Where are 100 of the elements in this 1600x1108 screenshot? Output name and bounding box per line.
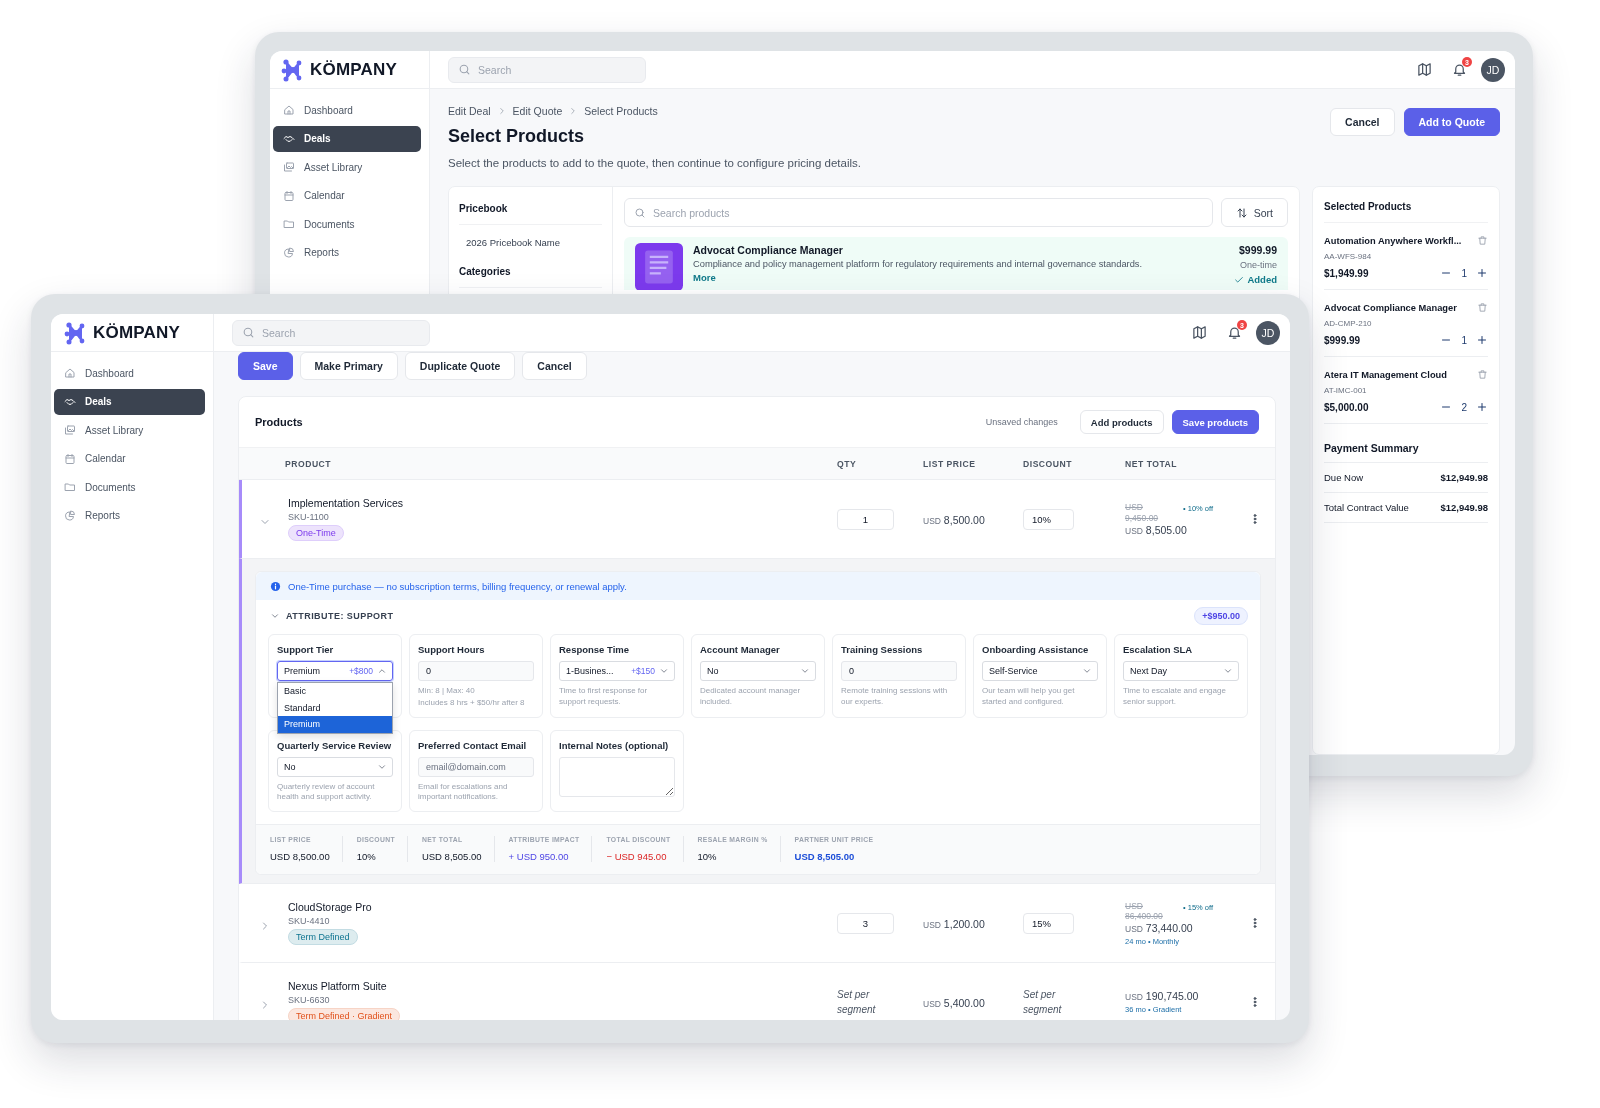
sidebar-item[interactable]: Reports bbox=[54, 502, 205, 529]
field-label: Preferred Contact Email bbox=[418, 739, 528, 751]
product-sku: SKU-6630 bbox=[288, 995, 330, 1006]
product-card[interactable]: Advocat Compliance Manager Compliance and policy management platform for regulatory requirements and internal governance standards. More $999.99 One-time Added bbox=[624, 237, 1288, 290]
quantity-input[interactable]: 1 bbox=[837, 508, 894, 530]
field-label: Support Hours bbox=[418, 644, 486, 655]
home-icon bbox=[283, 104, 295, 116]
sidebar-item[interactable]: Deals bbox=[54, 388, 205, 415]
add-products-button[interactable]: Add products bbox=[1079, 410, 1164, 434]
avatar[interactable]: JD bbox=[1256, 320, 1280, 345]
select-field[interactable]: Premium +$800 bbox=[277, 661, 393, 681]
breadcrumb-link[interactable]: Edit Quote bbox=[512, 105, 563, 117]
sort-button[interactable]: Sort bbox=[1220, 198, 1288, 227]
sidebar-item[interactable]: Reports bbox=[273, 239, 421, 266]
product-sku: AA-WFS-984 bbox=[1324, 252, 1373, 261]
field-label: Response Time bbox=[559, 644, 631, 655]
sidebar-item[interactable]: Asset Library bbox=[54, 417, 205, 443]
dropdown-option[interactable]: Basic bbox=[278, 683, 392, 700]
save-products-button[interactable]: Save products bbox=[1171, 410, 1259, 434]
sidebar-item[interactable]: Asset Library bbox=[273, 154, 421, 180]
impact-pill: +$950.00 bbox=[1194, 607, 1248, 625]
pricebook-item[interactable]: 2026 Pricebook Name bbox=[459, 225, 602, 262]
page-title: Select Products bbox=[448, 126, 586, 147]
column-header: DISCOUNT bbox=[1023, 458, 1073, 469]
select-field[interactable]: 1-Busines... +$150 bbox=[559, 661, 675, 681]
avatar[interactable]: JD bbox=[1481, 57, 1505, 82]
notes-field[interactable] bbox=[559, 756, 675, 797]
product-search-field[interactable]: Search products bbox=[624, 198, 1213, 227]
selected-product-name: Automation Anywhere Workfl... bbox=[1324, 235, 1462, 246]
product-type-tag: One-Time bbox=[288, 525, 344, 541]
selected-product-name: Advocat Compliance Manager bbox=[1324, 302, 1457, 313]
pie-chart-icon bbox=[283, 246, 295, 259]
column-header: NET TOTAL bbox=[1125, 458, 1179, 469]
dropdown-option[interactable]: Standard bbox=[278, 699, 392, 716]
discount-input[interactable]: 10% bbox=[1023, 508, 1074, 530]
quantity-value: 1 bbox=[1461, 267, 1467, 279]
save-button[interactable]: Save bbox=[238, 352, 293, 380]
sidebar-item[interactable]: Dashboard bbox=[273, 97, 421, 123]
added-status: Added bbox=[1234, 274, 1277, 285]
field-help: Dedicated account manager included. bbox=[700, 686, 802, 708]
action-button[interactable]: Cancel bbox=[522, 352, 587, 380]
plus-icon[interactable] bbox=[1476, 267, 1488, 279]
quantity-input[interactable]: 3 bbox=[837, 912, 894, 934]
logo-text: KÖMPANY bbox=[310, 59, 398, 80]
product-name: Implementation Services bbox=[288, 497, 403, 509]
plus-icon[interactable] bbox=[1476, 334, 1488, 346]
dropdown-option[interactable]: Premium bbox=[278, 716, 392, 733]
add-button[interactable]: Add to Quote bbox=[1403, 108, 1500, 136]
chevron-down-icon bbox=[1223, 666, 1233, 676]
original-total: USD 86,400.00 bbox=[1125, 900, 1164, 921]
original-total: USD 9,450.00 bbox=[1125, 502, 1160, 523]
trash-icon[interactable] bbox=[1477, 302, 1488, 313]
trash-icon[interactable] bbox=[1477, 235, 1488, 246]
home-icon bbox=[64, 367, 76, 379]
input-field[interactable]: 0 bbox=[841, 661, 957, 681]
chevron-down-icon[interactable] bbox=[270, 611, 280, 621]
more-link[interactable]: More bbox=[693, 272, 1225, 283]
sidebar-item[interactable]: Dashboard bbox=[54, 360, 205, 386]
search-icon bbox=[458, 63, 471, 76]
map-icon[interactable] bbox=[1417, 62, 1432, 77]
field-help: Time to escalate and engage senior support. bbox=[1123, 686, 1227, 708]
bell-icon[interactable] bbox=[1227, 325, 1242, 340]
select-field[interactable]: Self-Service bbox=[982, 661, 1098, 681]
trash-icon[interactable] bbox=[1477, 369, 1488, 380]
product-sku: SKU-4410 bbox=[288, 916, 330, 927]
chevron-up-icon bbox=[377, 666, 387, 676]
sidebar-item[interactable]: Calendar bbox=[273, 182, 421, 209]
discount-input[interactable]: 15% bbox=[1023, 912, 1074, 934]
bell-icon[interactable] bbox=[1452, 62, 1467, 77]
map-icon[interactable] bbox=[1192, 325, 1207, 340]
input-field[interactable]: email@domain.com bbox=[418, 756, 534, 777]
sidebar-item[interactable]: Documents bbox=[54, 474, 205, 500]
document-tile-icon bbox=[635, 243, 683, 290]
segment-note: Set per segment bbox=[1023, 988, 1063, 1018]
images-icon bbox=[64, 424, 76, 436]
select-field[interactable]: Next Day bbox=[1123, 661, 1239, 681]
select-field[interactable]: No bbox=[277, 756, 393, 777]
section-heading: Pricebook bbox=[459, 199, 602, 225]
summary-value: + USD 950.00 bbox=[508, 851, 570, 863]
plus-icon[interactable] bbox=[1476, 401, 1488, 413]
input-field[interactable]: 0 bbox=[418, 661, 534, 681]
sidebar-item[interactable]: Deals bbox=[273, 125, 421, 152]
net-total: USD 8,505.00 bbox=[1125, 523, 1188, 536]
search-field[interactable]: Search bbox=[448, 56, 646, 83]
breadcrumb-link[interactable]: Edit Deal bbox=[448, 105, 491, 117]
notice-text: One-Time purchase — no subscription terms, billing frequency, or renewal apply. bbox=[288, 580, 627, 592]
sidebar-item[interactable]: Documents bbox=[273, 211, 421, 237]
action-button[interactable]: Duplicate Quote bbox=[404, 352, 516, 380]
breadcrumb-link[interactable]: Select Products bbox=[584, 105, 658, 117]
cancel-button[interactable]: Cancel bbox=[1330, 108, 1395, 136]
action-button[interactable]: Make Primary bbox=[299, 352, 398, 380]
summary-value: USD 8,505.00 bbox=[794, 851, 856, 863]
select-field[interactable]: No bbox=[700, 661, 816, 681]
calendar-icon bbox=[64, 452, 76, 465]
product-description: Compliance and policy management platform for regulatory requirements and internal governance standards. bbox=[693, 259, 1144, 269]
search-field[interactable]: Search bbox=[232, 319, 430, 346]
attribute-title: ATTRIBUTE: SUPPORT bbox=[286, 611, 394, 621]
sidebar-item[interactable]: Calendar bbox=[54, 445, 205, 472]
unsaved-status: Unsaved changes bbox=[985, 417, 1058, 427]
field-label: Account Manager bbox=[700, 644, 781, 655]
